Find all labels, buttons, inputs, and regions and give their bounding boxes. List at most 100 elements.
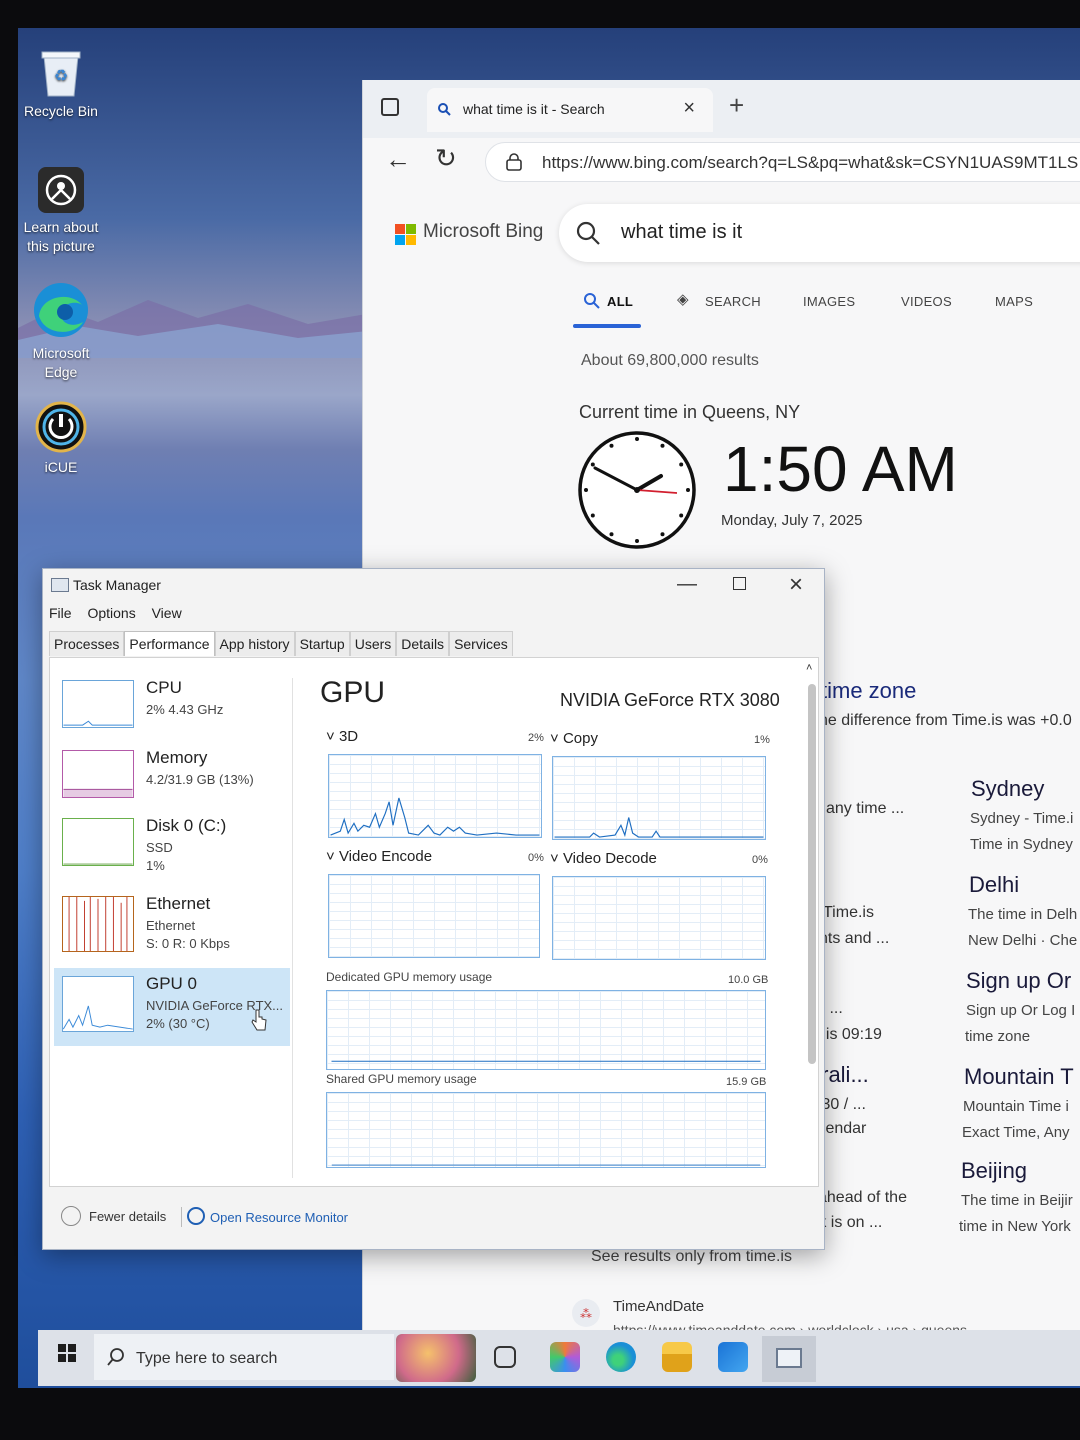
back-arrow-icon[interactable]: ← (385, 144, 411, 175)
desktop-icon-recycle-bin[interactable]: ♻ Recycle Bin (16, 46, 106, 121)
menu-bar: File Options View (49, 605, 194, 621)
menu-file[interactable]: File (49, 605, 72, 621)
windows-start-icon[interactable] (58, 1344, 76, 1362)
open-resource-monitor-link[interactable]: Open Resource Monitor (210, 1210, 348, 1225)
tab-images[interactable]: IMAGES (803, 294, 855, 309)
related-heading[interactable]: Sydney (971, 776, 1044, 802)
dedicated-memory-label: Dedicated GPU memory usage (326, 970, 493, 984)
related-heading[interactable]: Sign up Or (966, 968, 1071, 994)
sidebar-item-ethernet[interactable]: Ethernet Ethernet S: 0 R: 0 Kbps (54, 888, 290, 960)
menu-view[interactable]: View (152, 605, 182, 621)
search-highlight-image[interactable] (396, 1334, 476, 1382)
cpu-thumbnail-graph (62, 680, 134, 728)
result-site-name[interactable]: TimeAndDate (613, 1298, 704, 1315)
tab-services[interactable]: Services (449, 631, 513, 656)
graph-3d (328, 754, 542, 838)
related-heading[interactable]: Delhi (969, 872, 1019, 898)
fewer-details-button[interactable]: Fewer details (89, 1209, 166, 1224)
engine-label: 3D (338, 728, 359, 745)
hand-cursor-icon (251, 1009, 267, 1031)
related-line: time in New York (959, 1218, 1071, 1235)
result-fragment: any time ... (826, 800, 905, 817)
tab-maps[interactable]: MAPS (995, 294, 1033, 309)
memory-thumbnail-graph (62, 750, 134, 798)
time-zone-heading[interactable]: time zone (821, 678, 916, 704)
edge-app-icon[interactable] (606, 1342, 636, 1372)
desktop-icon-microsoft-edge[interactable]: Microsoft Edge (16, 280, 106, 382)
resource-monitor-icon[interactable] (187, 1207, 205, 1225)
panel-divider (292, 678, 293, 1178)
tab-performance[interactable]: Performance (124, 631, 215, 656)
mail-app-icon[interactable] (718, 1342, 748, 1372)
task-manager-app-icon (51, 578, 69, 592)
search-icon[interactable] (573, 218, 603, 248)
minimize-icon[interactable]: — (677, 573, 697, 596)
address-bar[interactable]: https://www.bing.com/search?q=LS&pq=what… (485, 142, 1080, 182)
sidebar-item-cpu[interactable]: CPU 2% 4.43 GHz (54, 672, 290, 744)
close-icon[interactable]: × (789, 571, 803, 599)
result-fragment: Time.is (823, 904, 874, 921)
close-tab-icon[interactable]: × (683, 97, 695, 120)
recycle-bin-icon: ♻ (41, 51, 81, 97)
copilot-icon: ◈ (677, 291, 689, 308)
bing-search-box[interactable]: what time is it (559, 204, 1080, 262)
task-view-icon[interactable] (494, 1346, 516, 1368)
scroll-thumb[interactable] (808, 684, 816, 1064)
gpu-thumbnail-graph (62, 976, 134, 1032)
file-explorer-icon[interactable] (662, 1342, 692, 1372)
tab-strip: what time is it - Search × + (363, 80, 1080, 138)
reload-icon[interactable]: ↻ (435, 143, 457, 174)
camera-location-icon (38, 167, 84, 213)
sidebar-item-gpu[interactable]: GPU 0 NVIDIA GeForce RTX... 2% (30 °C) (54, 968, 290, 1046)
desktop-icon-icue[interactable]: iCUE (16, 400, 106, 477)
related-line: Sydney - Time.i (970, 810, 1074, 827)
task-manager-icon (776, 1348, 802, 1368)
engine-select-3d[interactable]: ˅ 3D (326, 728, 358, 745)
tab-startup[interactable]: Startup (294, 631, 350, 656)
edge-icon (34, 283, 88, 337)
engine-percent: 0% (752, 854, 768, 866)
sidebar-item-memory[interactable]: Memory 4.2/31.9 GB (13%) (54, 742, 290, 814)
tab-actions-icon[interactable] (381, 98, 399, 116)
desktop-icon-label: Microsoft Edge (32, 345, 90, 380)
tab-search[interactable]: SEARCH (705, 294, 761, 309)
engine-select-video-encode[interactable]: ˅ Video Encode (326, 848, 432, 865)
related-line: Time in Sydney (970, 836, 1073, 853)
result-fragment: ahead of the (818, 1189, 907, 1206)
related-line: Sign up Or Log I (966, 1002, 1076, 1019)
see-results-only-link[interactable]: See results only from time.is (591, 1248, 792, 1266)
icue-icon (35, 401, 87, 453)
logo-square-blue (395, 235, 405, 245)
maximize-icon[interactable] (733, 577, 746, 590)
tab-users[interactable]: Users (349, 631, 397, 656)
tab-videos[interactable]: VIDEOS (901, 294, 952, 309)
graph-video-decode (552, 876, 766, 960)
sidebar-item-disk[interactable]: Disk 0 (C:) SSD 1% (54, 810, 290, 882)
panel-scrollbar[interactable]: ˄ (806, 662, 818, 1188)
task-manager-taskbar-button[interactable] (762, 1336, 816, 1382)
tab-processes[interactable]: Processes (49, 631, 125, 656)
menu-options[interactable]: Options (87, 605, 135, 621)
task-manager-tabs: Processes Performance App history Startup Us… (49, 631, 513, 657)
engine-percent: 2% (528, 732, 544, 744)
scroll-up-icon[interactable]: ˄ (806, 662, 812, 674)
copilot-app-icon[interactable] (550, 1342, 580, 1372)
engine-select-video-decode[interactable]: ˅ Video Decode (550, 850, 657, 867)
active-tab-indicator (573, 324, 641, 328)
time-location-label: Current time in Queens, NY (579, 402, 801, 422)
engine-select-copy[interactable]: ˅ Copy (550, 730, 598, 747)
desktop-icon-learn-about-picture[interactable]: Learn about this picture (16, 166, 106, 256)
browser-tab-search[interactable]: what time is it - Search × (427, 88, 713, 132)
tab-app-history[interactable]: App history (214, 631, 295, 656)
tab-details[interactable]: Details (396, 631, 450, 656)
desktop-icon-label: iCUE (44, 459, 78, 475)
related-heading[interactable]: Mountain T (964, 1064, 1074, 1090)
new-tab-icon[interactable]: + (729, 90, 744, 121)
related-heading[interactable]: Beijing (961, 1158, 1027, 1184)
shared-memory-max: 15.9 GB (726, 1076, 767, 1088)
taskbar-search-box[interactable]: Type here to search (94, 1334, 394, 1380)
tab-all[interactable]: ALL (607, 294, 633, 309)
related-line: Mountain Time i (963, 1098, 1069, 1115)
taskbar: Type here to search (38, 1330, 1080, 1386)
chevron-up-icon[interactable] (61, 1206, 81, 1226)
